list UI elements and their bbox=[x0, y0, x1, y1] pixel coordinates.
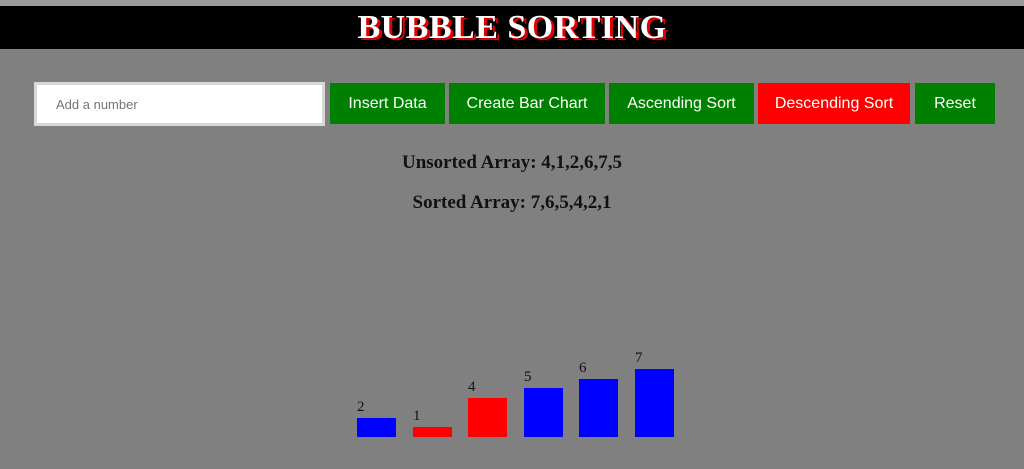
ascending-sort-button[interactable]: Ascending Sort bbox=[609, 83, 754, 124]
chart-bar bbox=[413, 427, 452, 437]
chart-bar-label: 6 bbox=[579, 360, 587, 376]
number-input[interactable] bbox=[34, 82, 325, 126]
insert-data-button[interactable]: Insert Data bbox=[330, 83, 445, 124]
chart-bar-label: 4 bbox=[468, 379, 476, 395]
unsorted-array-text: Unsorted Array: 4,1,2,6,7,5 bbox=[401, 152, 623, 173]
chart-bar bbox=[468, 398, 507, 437]
descending-sort-button[interactable]: Descending Sort bbox=[758, 83, 910, 124]
reset-button[interactable]: Reset bbox=[915, 83, 995, 124]
chart-bar bbox=[635, 369, 674, 437]
chart-bar-label: 5 bbox=[524, 369, 532, 385]
chart-bar bbox=[524, 388, 563, 437]
chart-bar bbox=[579, 379, 618, 437]
chart-bar-label: 2 bbox=[357, 399, 365, 415]
create-bar-chart-button[interactable]: Create Bar Chart bbox=[449, 83, 605, 124]
page-title: BUBBLE SORTING bbox=[357, 8, 667, 46]
bar-chart: 2 1 4 5 6 7 bbox=[0, 0, 1024, 469]
header-bar: BUBBLE SORTING bbox=[0, 6, 1024, 49]
chart-bar bbox=[357, 418, 396, 437]
chart-bar-label: 1 bbox=[413, 408, 421, 424]
chart-bar-label: 7 bbox=[635, 350, 643, 366]
sorted-array-text: Sorted Array: 7,6,5,4,2,1 bbox=[412, 192, 612, 213]
